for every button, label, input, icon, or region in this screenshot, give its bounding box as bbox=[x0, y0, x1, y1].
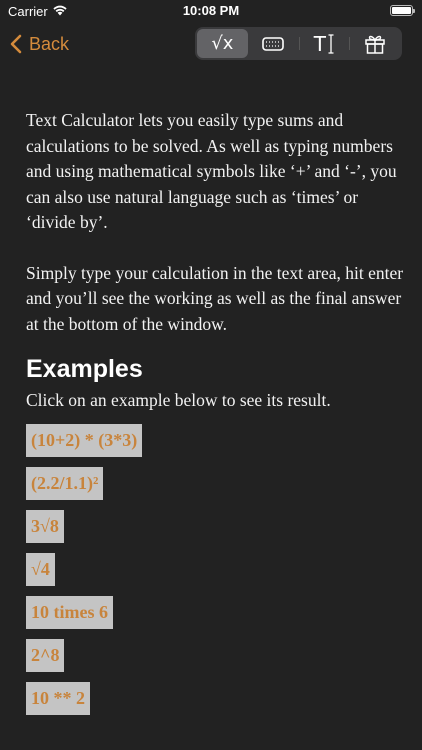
navigation-bar: Back √x T bbox=[0, 24, 422, 64]
example-item[interactable]: (10+2) * (3*3) bbox=[26, 424, 143, 457]
segment-gift[interactable] bbox=[349, 29, 400, 58]
example-item[interactable]: 10 ** 2 bbox=[26, 682, 90, 715]
gift-icon bbox=[364, 35, 385, 54]
example-item[interactable]: (2.2/1.1)² bbox=[26, 467, 104, 500]
examples-subtitle: Click on an example below to see its res… bbox=[26, 390, 331, 410]
intro-paragraph: Text Calculator lets you easily type sum… bbox=[26, 110, 397, 232]
example-item[interactable]: 3√8 bbox=[26, 510, 64, 543]
chevron-left-icon bbox=[10, 34, 22, 54]
examples-list: (10+2) * (3*3) (2.2/1.1)² 3√8 √4 10 time… bbox=[26, 424, 406, 715]
example-item[interactable]: √4 bbox=[26, 553, 55, 586]
text-cursor-icon: T bbox=[314, 32, 334, 56]
back-label: Back bbox=[29, 33, 70, 54]
back-button[interactable]: Back bbox=[10, 30, 69, 58]
example-item[interactable]: 2^8 bbox=[26, 639, 65, 672]
keyboard-icon bbox=[262, 36, 284, 51]
help-content: Text Calculator lets you easily type sum… bbox=[26, 108, 406, 725]
example-item[interactable]: 10 times 6 bbox=[26, 596, 113, 629]
battery-icon bbox=[390, 5, 415, 16]
sqrt-x-icon: √x bbox=[211, 33, 234, 54]
clock: 10:08 PM bbox=[182, 3, 240, 18]
segment-keyboard[interactable] bbox=[248, 29, 299, 58]
status-bar: Carrier 10:08 PM bbox=[0, 0, 422, 24]
segment-math[interactable]: √x bbox=[197, 29, 248, 58]
segment-text[interactable]: T bbox=[298, 29, 350, 58]
mode-segmented-control: √x T bbox=[195, 27, 402, 60]
examples-heading: Examples bbox=[26, 355, 143, 383]
instructions-paragraph: Simply type your calculation in the text… bbox=[26, 262, 404, 334]
